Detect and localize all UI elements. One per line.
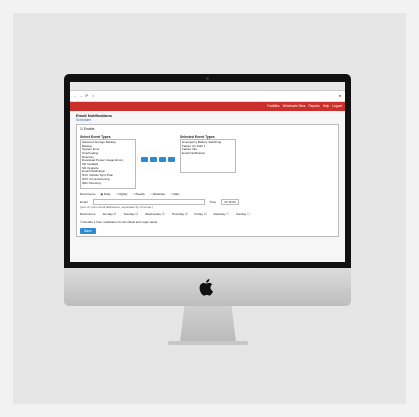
recurrence-option[interactable]: ○ Weekly xyxy=(132,192,144,196)
monitor-stand-neck xyxy=(180,306,236,342)
nav-facilities[interactable]: Facilities xyxy=(267,104,279,108)
event-types-list[interactable]: Selected Storage Backup Backup System Er… xyxy=(80,138,136,189)
recurrence-row: Recurrence ◉ Daily ○ Nightly ○ Weekly ○ … xyxy=(80,192,335,196)
move-right-button[interactable] xyxy=(141,156,148,162)
forward-icon[interactable]: → xyxy=(79,93,83,98)
page-content: Email Notifications Scheduler ☑ Enable S… xyxy=(70,111,345,240)
email-label: Email xyxy=(80,200,88,205)
hourly-note: Enable 1 hour notification for all criti… xyxy=(83,219,158,224)
day-label: Sunday xyxy=(235,212,247,217)
day-checkbox[interactable]: Sunday ☐ xyxy=(236,212,250,216)
settings-card: ☑ Enable Select Event Types Selected Sto… xyxy=(76,124,339,238)
email-hint: (one or more email addresses, separated … xyxy=(80,205,153,210)
day-checkbox[interactable]: Tuesday ☑ xyxy=(123,212,138,216)
recurrence-option[interactable]: ◉ Daily xyxy=(101,192,111,196)
recurrence-option-label: Weekday xyxy=(152,191,166,196)
monitor-screen: ← → ⟳ ⌂ ● Facilities Wholesale Sites Rep… xyxy=(70,82,345,262)
days-row: Recurrence Sunday ☑ Tuesday ☑ Wednesday … xyxy=(80,212,335,216)
day-label: Thursday xyxy=(171,212,185,217)
recurrence-option-label: Daily xyxy=(103,191,111,196)
days-label: Recurrence xyxy=(80,212,96,217)
save-button[interactable]: Save xyxy=(80,227,96,235)
day-checkbox[interactable]: Saturday ☐ xyxy=(213,212,229,216)
recurrence-option[interactable]: ○ Weekday xyxy=(150,192,165,196)
webcam-dot xyxy=(206,77,209,80)
move-left-button[interactable] xyxy=(159,156,166,162)
nav-logout[interactable]: Logout xyxy=(332,104,342,108)
time-label: Time xyxy=(209,200,217,205)
selected-type-item[interactable]: Email Notification xyxy=(182,151,234,156)
recurrence-option[interactable]: ○ Daily xyxy=(170,192,179,196)
hourly-note-row[interactable]: ☑ Enable 1 hour notification for all cri… xyxy=(80,220,335,224)
reload-icon[interactable]: ⟳ xyxy=(85,93,88,98)
address-bar[interactable]: ← → ⟳ ⌂ ● xyxy=(70,91,345,102)
day-label: Wednesday xyxy=(145,212,161,217)
time-input[interactable]: 12:15:00 xyxy=(221,199,239,206)
move-all-right-button[interactable] xyxy=(150,156,157,162)
event-type-item[interactable]: NRC Directory xyxy=(82,181,134,186)
top-nav: Facilities Wholesale Sites Reports Help … xyxy=(70,102,345,111)
selected-types-list[interactable]: Emergency Battery Switching Failure On P… xyxy=(180,138,236,173)
monitor-stand-foot xyxy=(168,341,248,345)
recurrence-option-label: Weekly xyxy=(135,191,145,196)
enable-label: Enable xyxy=(83,127,95,132)
recurrence-option-label: Nightly xyxy=(118,191,128,196)
profile-icon[interactable]: ● xyxy=(339,93,341,98)
monitor-chin xyxy=(64,268,351,306)
nav-help[interactable]: Help xyxy=(323,104,330,108)
day-checkbox[interactable]: Wednesday ☑ xyxy=(145,212,164,216)
day-checkbox[interactable]: Sunday ☑ xyxy=(103,212,117,216)
move-all-left-button[interactable] xyxy=(168,156,175,162)
day-label: Sunday xyxy=(102,212,113,217)
browser-tab-bar xyxy=(70,82,345,91)
day-checkbox[interactable]: Friday ☑ xyxy=(195,212,207,216)
recurrence-option[interactable]: ○ Nightly xyxy=(116,192,128,196)
recurrence-label: Recurrence xyxy=(80,191,96,196)
nav-reports[interactable]: Reports xyxy=(309,104,320,108)
monitor-bezel: ← → ⟳ ⌂ ● Facilities Wholesale Sites Rep… xyxy=(64,74,351,268)
enable-row[interactable]: ☑ Enable xyxy=(80,127,335,131)
scheduler-link[interactable]: Scheduler xyxy=(76,118,339,122)
day-label: Friday xyxy=(194,212,203,217)
apple-logo-icon xyxy=(199,279,213,296)
nav-wholesale-sites[interactable]: Wholesale Sites xyxy=(283,104,306,108)
home-icon[interactable]: ⌂ xyxy=(92,93,94,98)
day-checkbox[interactable]: Thursday ☑ xyxy=(172,212,188,216)
email-input[interactable] xyxy=(92,199,205,206)
back-icon[interactable]: ← xyxy=(73,93,77,98)
day-label: Saturday xyxy=(213,212,226,217)
recurrence-option-label: Daily xyxy=(172,191,180,196)
day-label: Tuesday xyxy=(123,212,135,217)
